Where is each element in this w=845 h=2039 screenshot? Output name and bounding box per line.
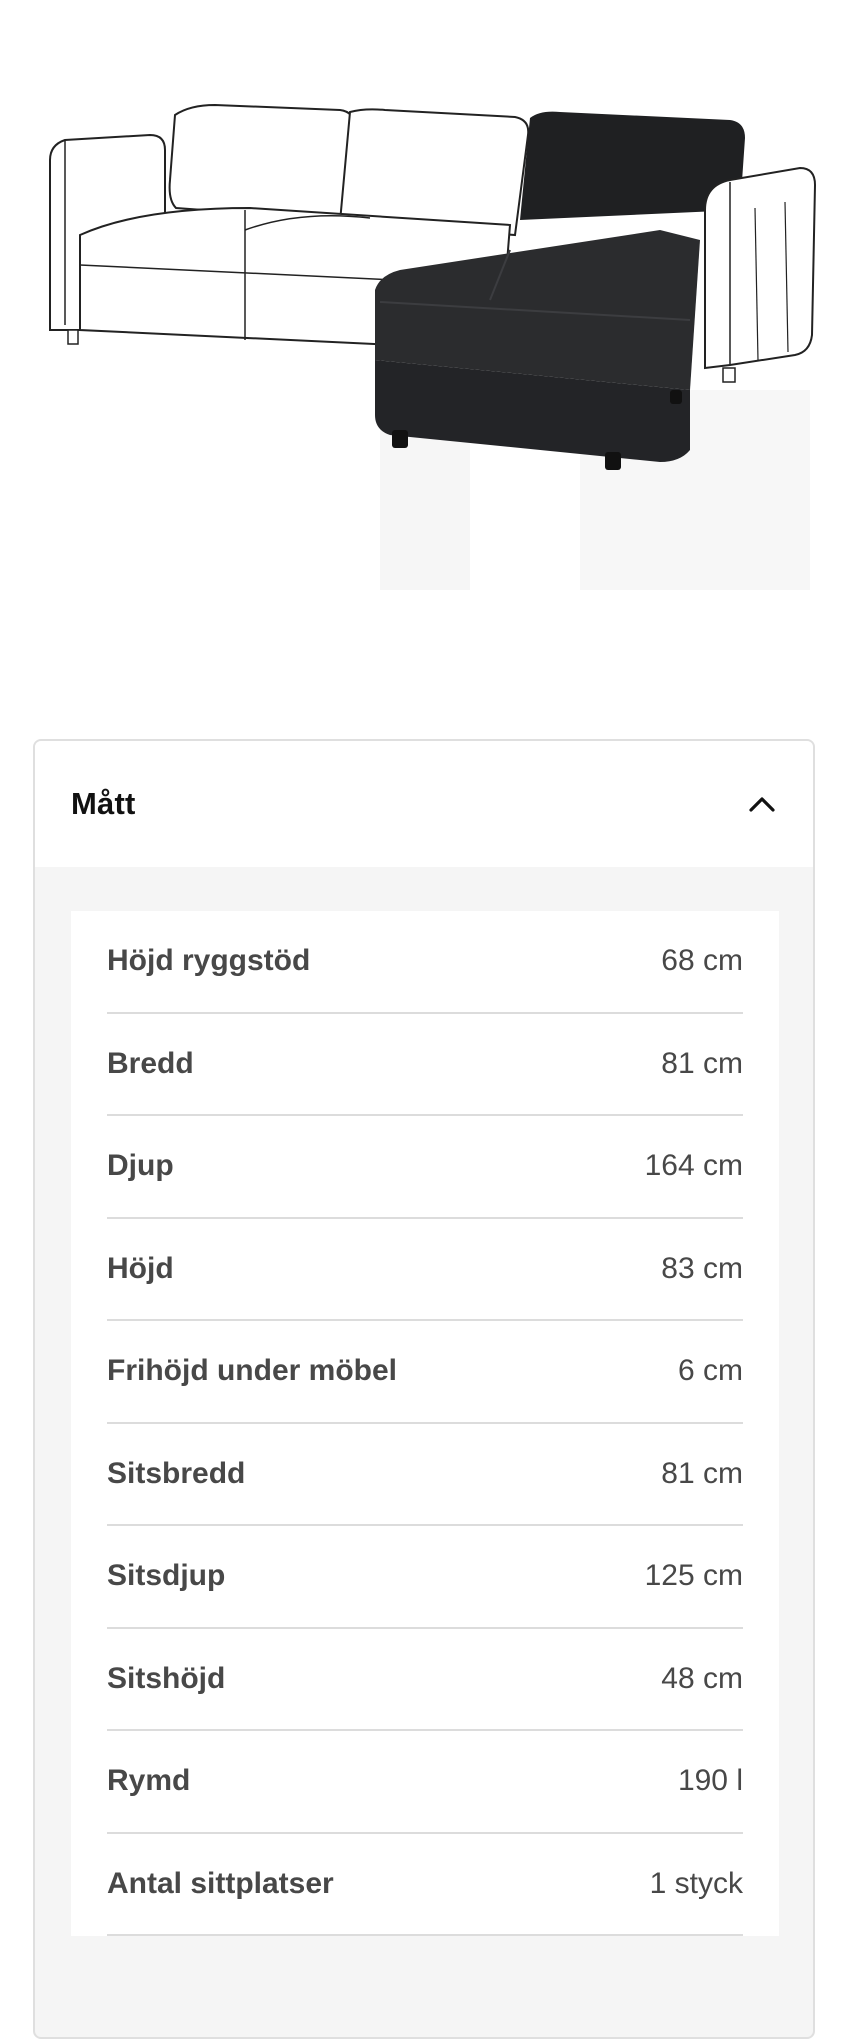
dimension-value: 190 l [677, 1764, 743, 1798]
dimensions-panel-body: Höjd ryggstöd 68 cm Bredd 81 cm Djup 164… [35, 867, 813, 1936]
dimension-value: 81 cm [661, 1046, 743, 1080]
dimensions-panel-title: Mått [71, 786, 136, 821]
dimensions-list: Höjd ryggstöd 68 cm Bredd 81 cm Djup 164… [71, 911, 779, 1936]
dimensions-panel: Mått Höjd ryggstöd 68 cm Bredd 81 cm Dju… [33, 739, 815, 2039]
dimension-label: Djup [107, 1149, 174, 1183]
dimension-value: 6 cm [677, 1354, 743, 1388]
dimension-value: 83 cm [661, 1251, 743, 1285]
dimension-label: Sitsdjup [107, 1559, 226, 1593]
dimension-value: 81 cm [661, 1456, 743, 1490]
dimension-value: 1 styck [649, 1866, 743, 1900]
dimension-label: Antal sittplatser [107, 1866, 334, 1900]
dimension-row: Sitshöjd 48 cm [107, 1629, 743, 1731]
dimension-label: Höjd ryggstöd [107, 944, 311, 978]
dimension-row: Bredd 81 cm [107, 1014, 743, 1116]
dimension-value: 125 cm [644, 1559, 743, 1593]
dimension-value: 68 cm [661, 944, 743, 978]
dimension-value: 164 cm [644, 1149, 743, 1183]
dimension-label: Frihöjd under möbel [107, 1354, 397, 1388]
dimension-row: Frihöjd under möbel 6 cm [107, 1321, 743, 1424]
dimension-label: Bredd [107, 1046, 194, 1080]
dimension-label: Sitshöjd [107, 1661, 226, 1695]
dimension-row: Rymd 190 l [107, 1731, 743, 1834]
chevron-up-icon[interactable] [747, 789, 777, 819]
sofa-illustration [49, 103, 817, 590]
dimension-row: Antal sittplatser 1 styck [107, 1834, 743, 1936]
dimension-label: Höjd [107, 1251, 174, 1285]
product-image [40, 90, 820, 600]
dimension-value: 48 cm [661, 1661, 743, 1695]
dimension-row: Höjd 83 cm [107, 1219, 743, 1321]
dimension-row: Sitsdjup 125 cm [107, 1526, 743, 1629]
dimension-label: Rymd [107, 1764, 191, 1798]
dimension-label: Sitsbredd [107, 1456, 246, 1490]
dimensions-panel-header[interactable]: Mått [35, 741, 813, 867]
dimension-row: Djup 164 cm [107, 1116, 743, 1219]
dimension-row: Sitsbredd 81 cm [107, 1424, 743, 1526]
dimension-row: Höjd ryggstöd 68 cm [107, 911, 743, 1014]
